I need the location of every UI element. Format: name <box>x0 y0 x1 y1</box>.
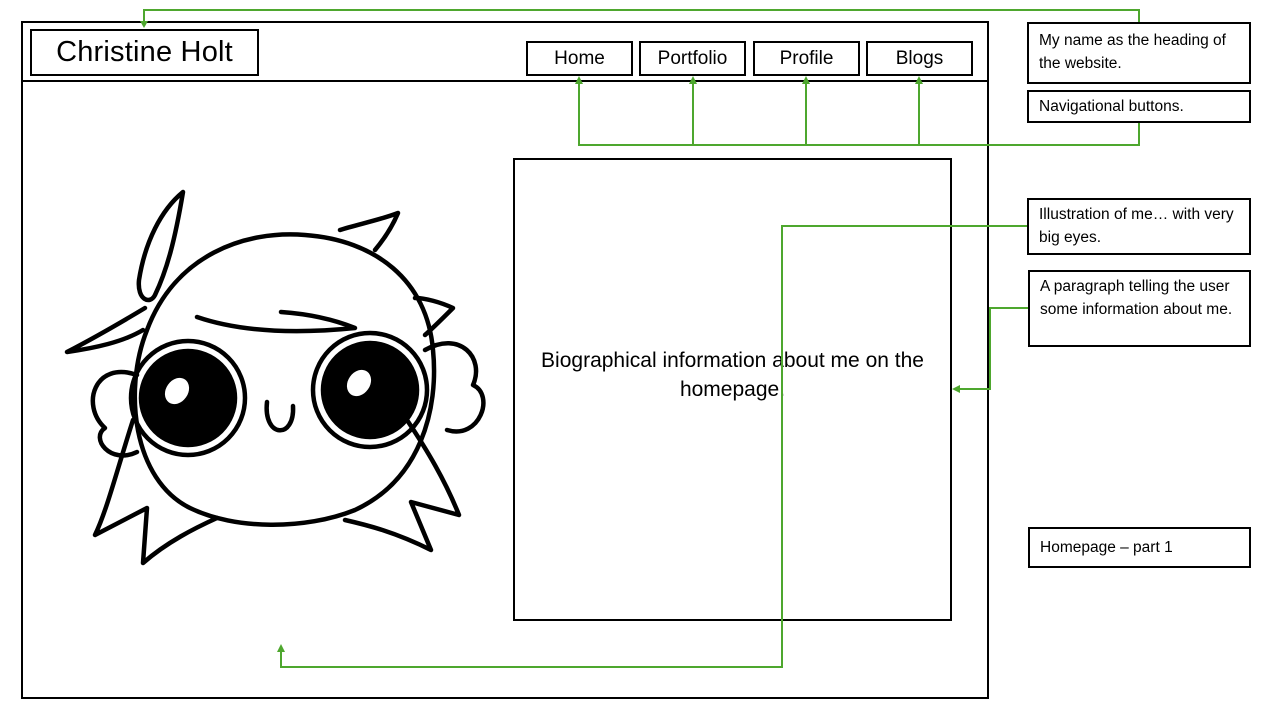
bio-paragraph-box: Biographical information about me on the… <box>513 158 952 621</box>
illustration-annotation-note: Illustration of me… with very big eyes. <box>1027 198 1251 255</box>
heading-annotation-note: My name as the heading of the website. <box>1027 22 1251 84</box>
nav-portfolio-button[interactable]: Portfolio <box>639 41 746 76</box>
paragraph-annotation-note: A paragraph telling the user some inform… <box>1028 270 1251 347</box>
header-divider <box>21 80 989 82</box>
site-title-heading: Christine Holt <box>30 29 259 76</box>
bio-paragraph-text: Biographical information about me on the… <box>541 348 924 401</box>
eye-right <box>310 330 430 450</box>
page-label-note: Homepage – part 1 <box>1028 527 1251 568</box>
nav-home-button[interactable]: Home <box>526 41 633 76</box>
eye-left <box>128 338 248 458</box>
nav-blogs-button[interactable]: Blogs <box>866 41 973 76</box>
cartoon-self-portrait-icon <box>64 189 486 566</box>
nav-annotation-note: Navigational buttons. <box>1027 90 1251 123</box>
nav-profile-button[interactable]: Profile <box>753 41 860 76</box>
mouth <box>264 399 296 433</box>
eyebrow <box>194 309 358 334</box>
